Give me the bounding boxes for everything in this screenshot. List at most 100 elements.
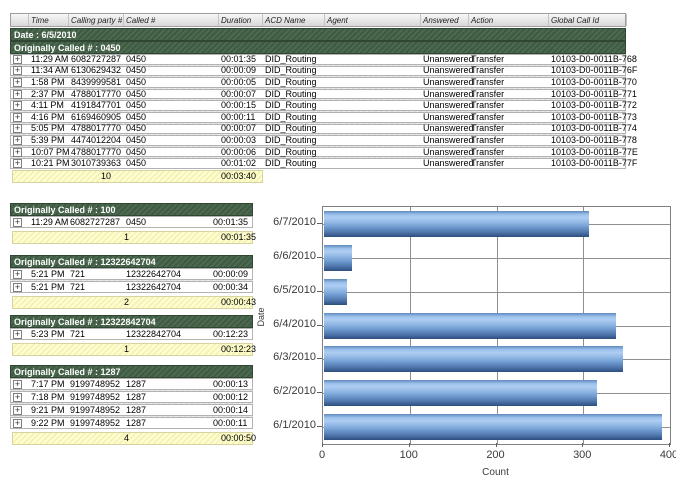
- expand-button[interactable]: +: [13, 78, 22, 87]
- group-rows: +7:17 PM9199748952128700:00:13+7:18 PM91…: [10, 378, 253, 429]
- cell-calling-party: 9199748952: [68, 393, 124, 402]
- table-header-row: TimeCalling party #Called #DurationACD N…: [10, 13, 626, 27]
- group-rows: +5:21 PM7211232264270400:00:09+5:21 PM72…: [10, 268, 253, 293]
- cell-time: 4:16 PM: [29, 113, 69, 122]
- cell-calling-party: 4788017770: [69, 148, 124, 157]
- expand-button[interactable]: +: [13, 148, 22, 157]
- expand-button[interactable]: +: [13, 419, 22, 428]
- x-axis-tick-label: 0: [302, 449, 342, 461]
- cell-action: Transfer: [469, 78, 549, 87]
- bar-6-3-2010[interactable]: [324, 346, 623, 372]
- cell-called: 0450: [124, 55, 219, 64]
- cell-called: 1287: [124, 393, 211, 402]
- bar-6-6-2010[interactable]: [324, 245, 352, 271]
- cell-calling-party: 4474012204: [69, 136, 124, 145]
- cell-time: 5:23 PM: [29, 330, 68, 339]
- expand-button[interactable]: +: [13, 124, 22, 133]
- cell-acd-name: DID_Routing: [263, 136, 325, 145]
- cell-global-call-id: 10103-D0-0011B-76F: [549, 66, 627, 75]
- cell-time: 2:37 PM: [29, 90, 69, 99]
- cell-time: 10:21 PM: [29, 159, 69, 168]
- category-gridline: [323, 258, 670, 259]
- cell-global-call-id: 10103-D0-0011B-77E: [549, 148, 627, 157]
- expand-button[interactable]: +: [13, 283, 22, 292]
- expand-button[interactable]: +: [13, 55, 22, 64]
- bar-6-4-2010[interactable]: [324, 313, 616, 339]
- table-row: +5:23 PM7211232284270400:12:23: [10, 328, 253, 340]
- column-header-global-call-id[interactable]: Global Call Id: [549, 14, 627, 26]
- chart-plot-area: [322, 206, 671, 445]
- expand-button[interactable]: +: [13, 159, 22, 168]
- expand-button[interactable]: +: [13, 136, 22, 145]
- bar-6-7-2010[interactable]: [324, 211, 589, 237]
- bar-6-5-2010[interactable]: [324, 279, 347, 305]
- cell-answered: Unanswered: [421, 66, 469, 75]
- cell-action: Transfer: [469, 148, 549, 157]
- column-header-action[interactable]: Action: [469, 14, 549, 26]
- column-header-answered[interactable]: Answered: [421, 14, 469, 26]
- y-axis-tick: [317, 257, 322, 258]
- cell-calling-party: 721: [68, 330, 124, 339]
- bar-6-1-2010[interactable]: [324, 414, 662, 440]
- cell-acd-name: DID_Routing: [263, 55, 325, 64]
- group-header[interactable]: Originally Called # : 1287: [10, 365, 253, 378]
- column-header-acd-name[interactable]: ACD Name: [263, 14, 325, 26]
- group-header[interactable]: Originally Called # : 12322842704: [10, 315, 253, 328]
- cell-time: 11:29 AM: [29, 55, 69, 64]
- cell-calling-party: 721: [68, 283, 124, 292]
- expand-button[interactable]: +: [13, 270, 22, 279]
- cell-duration: 00:01:02: [219, 159, 263, 168]
- group-header[interactable]: Originally Called # : 100: [10, 203, 253, 216]
- bar-6-2-2010[interactable]: [324, 380, 597, 406]
- expand-button[interactable]: +: [13, 90, 22, 99]
- y-axis-tick: [317, 325, 322, 326]
- expand-button[interactable]: +: [13, 218, 22, 227]
- cell-duration: 00:00:07: [219, 124, 263, 133]
- column-header-calling-party[interactable]: Calling party #: [69, 14, 124, 26]
- cell-answered: Unanswered: [421, 113, 469, 122]
- expand-button[interactable]: +: [13, 101, 22, 110]
- cell-calling-party: 9199748952: [68, 419, 124, 428]
- cell-acd-name: DID_Routing: [263, 124, 325, 133]
- summary-call-count: 2: [124, 298, 154, 307]
- x-axis-tick-label: 200: [476, 449, 516, 461]
- cell-global-call-id: 10103-D0-0011B-768: [549, 55, 627, 64]
- expand-button[interactable]: +: [13, 406, 22, 415]
- cell-answered: Unanswered: [421, 124, 469, 133]
- group-header[interactable]: Originally Called # : 0450: [10, 41, 626, 54]
- group-summary-row: 1 00:12:23: [12, 343, 253, 356]
- group-title: Originally Called # : 12322842704: [14, 317, 156, 327]
- table-row: +1:58 PM8439999581045000:00:05DID_Routin…: [10, 77, 626, 88]
- table-row: +5:39 PM4474012204045000:00:03DID_Routin…: [10, 135, 626, 146]
- column-header-agent[interactable]: Agent: [325, 14, 421, 26]
- expand-button[interactable]: +: [13, 66, 22, 75]
- cell-called: 0450: [124, 159, 219, 168]
- cell-called: 0450: [124, 113, 219, 122]
- column-header-expand[interactable]: [11, 14, 29, 26]
- table-row: +5:21 PM7211232264270400:00:34: [10, 281, 253, 293]
- cell-calling-party: 6169460905: [69, 113, 124, 122]
- table-row: +9:21 PM9199748952128700:00:14: [10, 404, 253, 416]
- group-header[interactable]: Originally Called # : 12322642704: [10, 255, 253, 268]
- expand-button[interactable]: +: [13, 380, 22, 389]
- column-header-called[interactable]: Called #: [124, 14, 219, 26]
- cell-answered: Unanswered: [421, 90, 469, 99]
- cell-calling-party: 6082727287: [69, 55, 124, 64]
- cell-calling-party: 6082727287: [68, 218, 124, 227]
- cell-duration: 00:00:07: [219, 90, 263, 99]
- column-header-time[interactable]: Time: [29, 14, 69, 26]
- cell-calling-party: 3010739363: [69, 159, 124, 168]
- expand-button[interactable]: +: [13, 393, 22, 402]
- cell-called: 0450: [124, 148, 219, 157]
- date-group-header[interactable]: Date : 6/5/2010: [10, 28, 626, 41]
- cell-duration: 00:00:05: [219, 78, 263, 87]
- column-header-duration[interactable]: Duration: [219, 14, 263, 26]
- y-axis-tick: [317, 392, 322, 393]
- category-gridline: [323, 292, 670, 293]
- cell-time: 5:21 PM: [29, 283, 68, 292]
- expand-button[interactable]: +: [13, 113, 22, 122]
- expand-button[interactable]: +: [13, 330, 22, 339]
- summary-call-count: 10: [101, 172, 131, 181]
- table-row: +5:21 PM7211232264270400:00:09: [10, 268, 253, 280]
- calls-by-date-bar-chart: Date Count 01002003004006/7/20106/6/2010…: [240, 190, 676, 485]
